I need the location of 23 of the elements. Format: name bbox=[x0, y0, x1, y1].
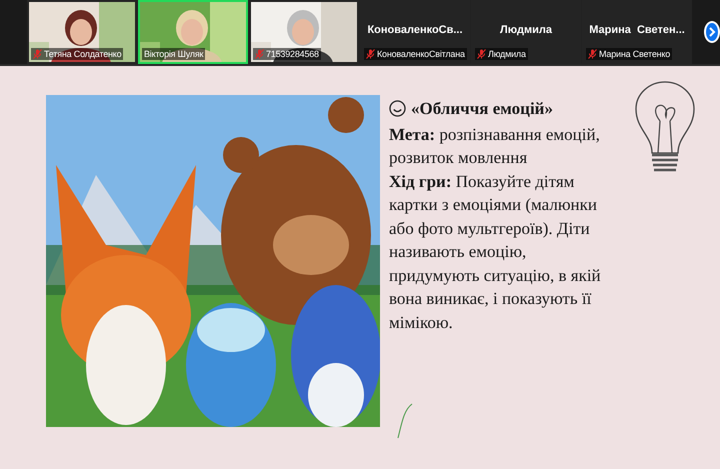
smiley-icon bbox=[389, 100, 406, 118]
participant-tile[interactable]: 71539284568 bbox=[249, 0, 359, 64]
participant-label: КоноваленкоСвітлана bbox=[364, 48, 467, 60]
participant-label: 71539284568 bbox=[253, 48, 321, 60]
participant-label: Тетяна Солдатенко bbox=[31, 48, 124, 60]
slide-paragraph: Хід гри: Показуйте дітям картки з емоціями (малюнки або фото мультгероїв). Діти називають емоцію, придумують ситуацію, в якій вона виникає, і показують її мімікою. bbox=[389, 170, 602, 334]
muted-mic-icon bbox=[255, 49, 264, 59]
muted-mic-icon bbox=[33, 49, 42, 59]
participant-name: Марина Светен... bbox=[588, 24, 686, 36]
next-page-button[interactable] bbox=[704, 21, 720, 43]
participant-label: Вікторія Шуляк bbox=[142, 48, 206, 60]
participant-label: Марина Светенко bbox=[586, 48, 672, 60]
slide-paragraph: Мета: розпізнавання емоцій, розвиток мовлення bbox=[389, 124, 601, 169]
participant-label: Людмила bbox=[475, 48, 528, 60]
muted-mic-icon bbox=[366, 49, 375, 59]
muted-mic-icon bbox=[477, 49, 486, 59]
participant-name: КоноваленкоСв... bbox=[366, 24, 464, 36]
slide-title: «Обличчя емоцій» bbox=[411, 98, 553, 120]
chevron-right-icon bbox=[707, 27, 717, 37]
participant-tile[interactable]: Вікторія Шуляк bbox=[138, 0, 248, 64]
participant-name: Людмила bbox=[499, 24, 553, 36]
muted-mic-icon bbox=[588, 49, 597, 59]
participant-tile[interactable]: Тетяна Солдатенко bbox=[27, 0, 137, 64]
